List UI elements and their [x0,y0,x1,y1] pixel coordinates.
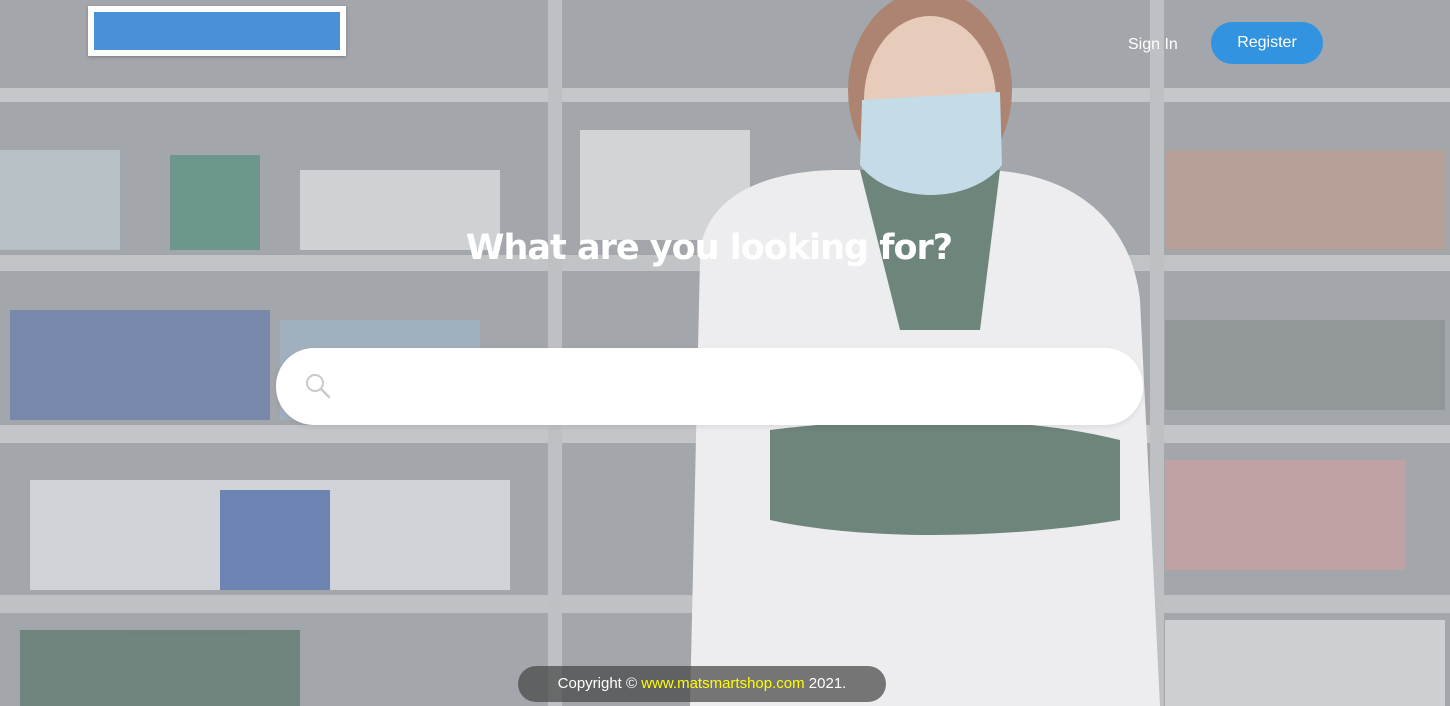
logo-placeholder [94,12,340,50]
copyright-year: 2021. [808,675,847,692]
sign-in-link[interactable]: Sign In [1128,30,1178,60]
site-link[interactable]: www.matsmartshop.com [641,675,804,692]
search-bar[interactable] [276,348,1143,425]
search-input[interactable] [348,368,1112,406]
copyright-prefix: Copyright © [557,675,638,692]
register-button[interactable]: Register [1211,22,1323,64]
search-icon [306,374,331,399]
site-logo[interactable] [88,6,346,56]
copyright-footer: Copyright © www.matsmartshop.com 2021. [518,666,886,702]
hero-headline: What are you looking for? [465,228,953,268]
hero-section: Sign In Register What are you looking fo… [0,0,1450,706]
